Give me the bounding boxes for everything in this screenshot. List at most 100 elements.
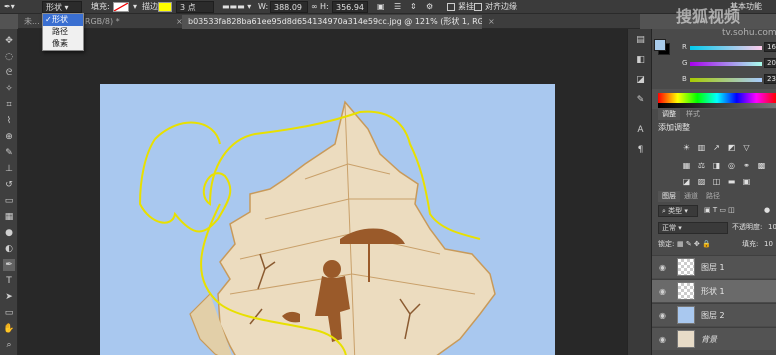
blend-mode-select[interactable]: 正常 ▾: [658, 222, 728, 234]
curves-icon[interactable]: ↗: [712, 143, 721, 152]
tab-layers[interactable]: 图层: [658, 191, 680, 202]
tool-mode-select[interactable]: 形状 ▾: [42, 1, 82, 13]
levels-icon[interactable]: ▥: [697, 143, 706, 152]
eye-icon[interactable]: ◉: [659, 263, 666, 272]
healing-brush-tool-icon[interactable]: ⊕: [3, 131, 15, 143]
red-channel-input[interactable]: 168: [764, 42, 776, 52]
foreground-color-swatch[interactable]: [654, 39, 666, 51]
path-alignment-icon[interactable]: ☰: [394, 1, 401, 13]
clone-stamp-tool-icon[interactable]: ⊥: [3, 163, 15, 175]
hand-tool-icon[interactable]: ✋: [3, 323, 15, 335]
path-arrangement-icon[interactable]: ⇕: [410, 1, 417, 13]
invert-icon[interactable]: ◪: [682, 177, 691, 186]
paragraph-panel-icon[interactable]: ¶: [635, 145, 646, 155]
threshold-icon[interactable]: ◫: [712, 177, 721, 186]
color-spectrum-bar[interactable]: [658, 93, 776, 103]
layer-row[interactable]: ◉ 图层 2: [652, 303, 776, 326]
zoom-tool-icon[interactable]: ⌕: [3, 339, 15, 351]
history-panel-icon[interactable]: ▤: [635, 35, 646, 45]
gear-icon[interactable]: ⚙: [426, 1, 433, 13]
eye-icon[interactable]: ◉: [659, 311, 666, 320]
gradient-tool-icon[interactable]: ▦: [3, 211, 15, 223]
history-brush-tool-icon[interactable]: ↺: [3, 179, 15, 191]
dodge-tool-icon[interactable]: ◐: [3, 243, 15, 255]
tab-paths[interactable]: 路径: [702, 191, 724, 202]
posterize-icon[interactable]: ▨: [697, 177, 706, 186]
pen-tool-icon[interactable]: ✒: [3, 259, 15, 271]
hue-saturation-icon[interactable]: ▦: [682, 161, 691, 170]
stroke-swatch[interactable]: [158, 2, 172, 12]
close-icon[interactable]: ×: [482, 15, 501, 29]
right-panel-dock: R 168 G 203 B 235 调整 样式 添加调整 ☀ ▥ ↗ ◩ ▽ ▦…: [652, 29, 776, 355]
dropdown-item-shape[interactable]: ✓ 形状: [43, 14, 83, 26]
opacity-input[interactable]: 10: [768, 222, 776, 234]
eyedropper-tool-icon[interactable]: ⌇: [3, 115, 15, 127]
option-1-checkbox[interactable]: [447, 3, 455, 11]
link-icon[interactable]: ∞: [311, 1, 318, 13]
document-canvas[interactable]: [100, 84, 555, 355]
brightness-icon[interactable]: ☀: [682, 143, 691, 152]
marquee-tool-icon[interactable]: ◌: [3, 51, 15, 63]
eye-icon[interactable]: ◉: [659, 287, 666, 296]
blue-channel-input[interactable]: 235: [764, 74, 776, 84]
filter-toggle[interactable]: ●: [764, 205, 770, 217]
pen-tool-icon[interactable]: ✒▾: [4, 1, 15, 13]
tab-styles[interactable]: 样式: [682, 109, 704, 120]
blur-tool-icon[interactable]: ●: [3, 227, 15, 239]
gradient-map-icon[interactable]: ▬: [727, 177, 736, 186]
lock-icons[interactable]: ▦ ✎ ✥ 🔒: [677, 239, 711, 251]
vibrance-icon[interactable]: ▽: [742, 143, 751, 152]
color-balance-icon[interactable]: ⚖: [697, 161, 706, 170]
tab-adjustments[interactable]: 调整: [658, 109, 680, 120]
grayscale-ramp[interactable]: [658, 103, 776, 108]
dropdown-item-pixels[interactable]: 像素: [43, 38, 83, 50]
fill-arrow-icon[interactable]: ▾: [133, 1, 137, 13]
layer-row[interactable]: ◉ 背景: [652, 327, 776, 350]
type-tool-icon[interactable]: T: [3, 275, 15, 287]
eraser-tool-icon[interactable]: ▭: [3, 195, 15, 207]
document-tab-2[interactable]: b03533fa828ba61ee95d8d654134970a314e59cc…: [182, 15, 482, 29]
width-input[interactable]: 388.09: [270, 1, 308, 13]
color-lookup-icon[interactable]: ▩: [757, 161, 766, 170]
tab-channels[interactable]: 通道: [680, 191, 702, 202]
eye-icon[interactable]: ◉: [659, 335, 666, 344]
layer-row[interactable]: ◉ 形状 1: [652, 279, 776, 302]
rectangle-tool-icon[interactable]: ▭: [3, 307, 15, 319]
black-white-icon[interactable]: ◨: [712, 161, 721, 170]
tools-panel: ✥ ◌ ᘓ ✧ ⌗ ⌇ ⊕ ✎ ⊥ ↺ ▭ ▦ ● ◐ ✒ T ➤ ▭ ✋ ⌕: [0, 29, 18, 355]
adjustments-panel-icon[interactable]: ◪: [635, 75, 646, 85]
green-channel-slider[interactable]: [690, 62, 762, 66]
green-channel-input[interactable]: 203: [764, 58, 776, 68]
layer-row[interactable]: ◉ 图层 1: [652, 255, 776, 278]
fill-input[interactable]: 10: [764, 239, 773, 251]
red-channel-slider[interactable]: [690, 46, 762, 50]
selective-color-icon[interactable]: ▣: [742, 177, 751, 186]
brush-panel-icon[interactable]: ✎: [635, 95, 646, 105]
fill-swatch[interactable]: [113, 2, 129, 12]
filter-icons[interactable]: ▣ T ▭ ◫: [704, 205, 735, 217]
photo-filter-icon[interactable]: ◎: [727, 161, 736, 170]
check-icon: ✓: [45, 15, 52, 24]
dropdown-item-path[interactable]: 路径: [43, 26, 83, 38]
path-selection-tool-icon[interactable]: ➤: [3, 291, 15, 303]
blue-channel-slider[interactable]: [690, 78, 762, 82]
height-input[interactable]: 356.94: [332, 1, 368, 13]
lasso-tool-icon[interactable]: ᘓ: [3, 67, 15, 79]
character-panel-icon[interactable]: A: [635, 125, 646, 135]
properties-panel-icon[interactable]: ◧: [635, 55, 646, 65]
channel-mixer-icon[interactable]: ⚭: [742, 161, 751, 170]
filter-kind-select[interactable]: ⌕ 类型 ▾: [658, 205, 698, 217]
options-bar: ✒▾ 形状 ▾ 填充: ▾ 描边: 3 点 ▬▬▬ ▾ W: 388.09 ∞ …: [0, 0, 776, 14]
canvas-area[interactable]: [18, 29, 640, 355]
move-tool-icon[interactable]: ✥: [3, 35, 15, 47]
exposure-icon[interactable]: ◩: [727, 143, 736, 152]
stroke-width-input[interactable]: 3 点: [176, 1, 214, 13]
stroke-type-select[interactable]: ▬▬▬ ▾: [222, 1, 251, 13]
magic-wand-tool-icon[interactable]: ✧: [3, 83, 15, 95]
brush-tool-icon[interactable]: ✎: [3, 147, 15, 159]
tool-mode-dropdown[interactable]: ✓ 形状 路径 像素: [42, 13, 84, 51]
option-2-checkbox[interactable]: [474, 3, 482, 11]
path-operations-icon[interactable]: ▣: [377, 1, 385, 13]
document-tab-1[interactable]: 未... (背景 副本, RGB/8) *: [18, 15, 166, 29]
crop-tool-icon[interactable]: ⌗: [3, 99, 15, 111]
